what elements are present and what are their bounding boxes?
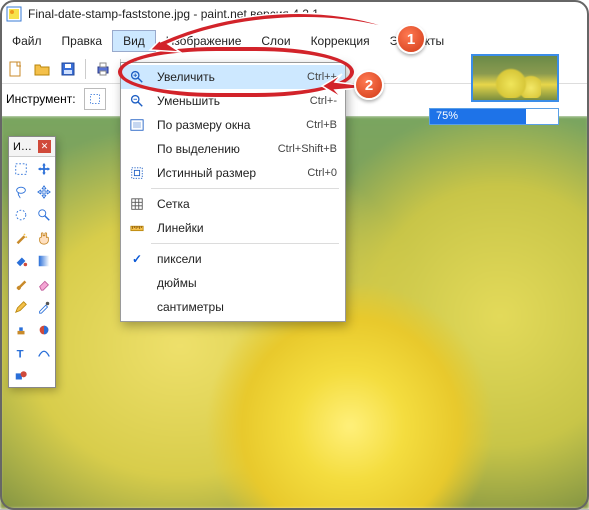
app-icon [6,6,22,22]
instrument-dropdown[interactable] [84,88,106,110]
menu-edit[interactable]: Правка [52,28,113,54]
menu-item-label: пиксели [157,252,337,266]
instrument-label: Инструмент: [6,92,76,106]
menu-item-shortcut: Ctrl+Shift+B [278,143,337,155]
menu-item-fit-window[interactable]: По размеру окна Ctrl+B [121,113,345,137]
tool-move-selection[interactable] [32,180,55,203]
tool-zoom[interactable] [32,203,55,226]
annotation-badge-2: 2 [354,70,384,100]
tool-pan[interactable] [32,226,55,249]
image-thumbnail[interactable] [471,54,559,102]
ruler-icon [127,221,147,235]
menu-file[interactable]: Файл [2,28,52,54]
print-button[interactable] [91,57,115,81]
menu-item-shortcut: Ctrl++ [307,71,337,83]
tool-gradient[interactable] [32,249,55,272]
menu-item-label: дюймы [157,276,337,290]
tool-shapes[interactable] [9,364,32,387]
save-button[interactable] [56,57,80,81]
menu-item-label: Сетка [157,197,337,211]
tool-recolor[interactable] [32,318,55,341]
new-button[interactable] [4,57,28,81]
toolbar-separator [85,59,86,79]
tools-window[interactable]: И… ✕ T [8,136,56,388]
menu-separator [151,243,339,244]
menu-item-zoom-in[interactable]: Увеличить Ctrl++ [121,65,345,89]
menu-item-centimeters[interactable]: сантиметры [121,295,345,319]
tool-line[interactable] [32,341,55,364]
menu-layers[interactable]: Слои [251,28,300,54]
menu-item-fit-selection[interactable]: По выделению Ctrl+Shift+B [121,137,345,161]
menu-item-grid[interactable]: Сетка [121,192,345,216]
menu-item-label: Линейки [157,221,337,235]
titlebar: Final-date-stamp-faststone.jpg - paint.n… [0,0,589,28]
tool-move[interactable] [32,157,55,180]
view-menu-dropdown: Увеличить Ctrl++ Уменьшить Ctrl+- По раз… [120,62,346,322]
tool-lasso[interactable] [9,180,32,203]
tool-rect-select[interactable] [9,157,32,180]
menu-item-label: Уменьшить [157,94,300,108]
svg-text:T: T [16,348,23,360]
zoom-in-icon [127,70,147,84]
menu-item-label: сантиметры [157,300,337,314]
rectangle-select-icon [89,93,101,105]
menu-adjust[interactable]: Коррекция [301,28,380,54]
tool-ellipse-select[interactable] [9,203,32,226]
tools-window-titlebar[interactable]: И… ✕ [9,137,55,157]
menu-view[interactable]: Вид [112,30,156,52]
open-button[interactable] [30,57,54,81]
menubar: Файл Правка Вид Изображение Слои Коррекц… [0,28,589,54]
tool-clone[interactable] [9,318,32,341]
tool-eraser[interactable] [32,272,55,295]
close-icon[interactable]: ✕ [38,140,51,153]
menu-item-actual-size[interactable]: Истинный размер Ctrl+0 [121,161,345,185]
actual-size-icon [127,166,147,180]
menu-item-shortcut: Ctrl+B [306,119,337,131]
zoom-value: 75% [436,110,458,122]
tool-grid: T [9,157,55,387]
menu-item-rulers[interactable]: Линейки [121,216,345,240]
grid-icon [127,197,147,211]
tool-magic-wand[interactable] [9,226,32,249]
checkmark-icon: ✓ [127,252,147,266]
tool-brush[interactable] [9,272,32,295]
tool-pencil[interactable] [9,295,32,318]
zoom-out-icon [127,94,147,108]
menu-item-label: Увеличить [157,70,297,84]
menu-item-inches[interactable]: дюймы [121,271,345,295]
tools-window-title: И… [13,141,32,153]
tool-fill[interactable] [9,249,32,272]
menu-item-label: По размеру окна [157,118,296,132]
zoom-progress[interactable]: 75% [429,108,559,125]
menu-separator [151,188,339,189]
menu-item-label: По выделению [157,142,268,156]
menu-image[interactable]: Изображение [156,28,252,54]
tool-text[interactable]: T [9,341,32,364]
menu-item-zoom-out[interactable]: Уменьшить Ctrl+- [121,89,345,113]
tool-empty [32,364,55,387]
menu-item-shortcut: Ctrl+- [310,95,337,107]
window-title: Final-date-stamp-faststone.jpg - paint.n… [28,7,319,21]
menu-item-pixels[interactable]: ✓ пиксели [121,247,345,271]
annotation-badge-1: 1 [396,24,426,54]
menu-item-label: Истинный размер [157,166,297,180]
fit-window-icon [127,118,147,132]
tool-colorpicker[interactable] [32,295,55,318]
menu-item-shortcut: Ctrl+0 [307,167,337,179]
